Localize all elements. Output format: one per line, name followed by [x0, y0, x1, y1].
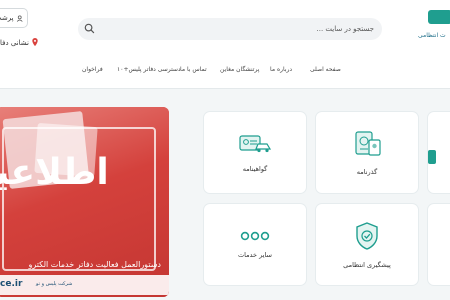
passport-icon — [355, 130, 381, 156]
service-tile-other[interactable]: سایر خدمات — [204, 204, 306, 285]
nav-item-offices[interactable]: دسترسی دفاتر پلیس+۱۰ — [117, 63, 181, 77]
shield-check-icon — [356, 221, 378, 250]
office-address-link[interactable]: نشانی دفا — [0, 38, 39, 47]
search-box — [78, 18, 382, 40]
site-header: پرشت نشانی دفا ت انتظامی صفحه اصلی دربار… — [0, 0, 450, 89]
service-tile-passport[interactable]: گذرنامه — [316, 112, 418, 193]
service-tile-license[interactable]: گواهینامه — [204, 112, 306, 193]
banner-description: دستورالعمل فعالیت دفاتر خدمات الکترو — [28, 260, 161, 269]
nav-item-contact[interactable]: تماس با ما — [180, 63, 207, 77]
more-dots-icon — [240, 231, 270, 240]
search-input[interactable] — [98, 21, 374, 37]
nav-item-calls[interactable]: فراخوان — [82, 63, 103, 77]
search-icon[interactable] — [84, 23, 95, 34]
nav-item-about[interactable]: درباره ما — [270, 63, 292, 77]
service-label-passport: گذرنامه — [356, 167, 378, 176]
car-license-icon — [239, 134, 272, 152]
service-label-other: سایر خدمات — [238, 250, 272, 259]
user-login-button[interactable]: پرشت — [0, 8, 28, 28]
banner-footer-strip — [0, 275, 169, 295]
user-login-label: پرشت — [0, 14, 14, 22]
site-logo-text: ت انتظامی — [418, 32, 446, 39]
service-tile-edge-top[interactable] — [428, 112, 450, 193]
service-label-prevention: پیشگیری انتظامی — [343, 260, 391, 269]
edge-tile-accent — [428, 150, 436, 164]
nav-item-staff[interactable]: پرتنشگان مغاین — [220, 63, 259, 77]
service-label-license: گواهینامه — [242, 164, 268, 173]
site-logo[interactable] — [428, 10, 450, 24]
address-link-label: نشانی دفا — [0, 38, 29, 47]
nav-item-home[interactable]: صفحه اصلی — [310, 63, 341, 77]
announcement-banner[interactable]: اطلاعیه دستورالعمل فعالیت دفاتر خدمات ال… — [0, 107, 169, 297]
banner-site-url: ce.ir — [0, 279, 23, 289]
banner-frame — [2, 127, 156, 271]
service-tile-edge-bottom[interactable] — [428, 204, 450, 285]
user-icon — [16, 15, 23, 22]
banner-company: شرکت پلیس و تو — [36, 281, 73, 287]
banner-headline: اطلاعیه — [0, 152, 111, 193]
main-nav: صفحه اصلی درباره ما پرتنشگان مغاین تماس … — [0, 63, 450, 77]
service-tile-prevention[interactable]: پیشگیری انتظامی — [316, 204, 418, 285]
location-pin-icon — [32, 38, 38, 47]
